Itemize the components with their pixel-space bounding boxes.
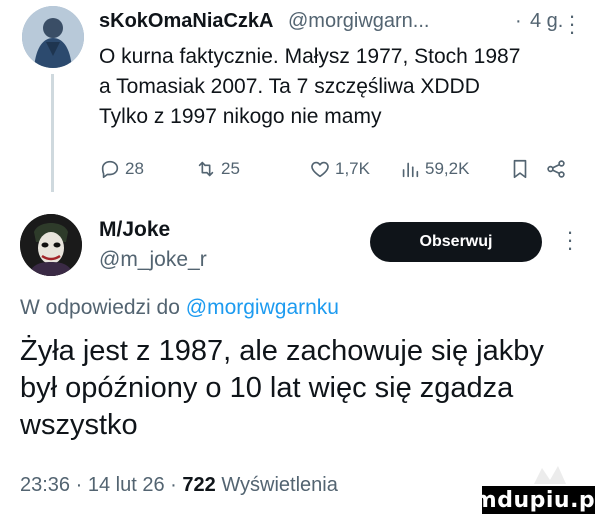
bookmark-button[interactable] [509, 154, 535, 184]
tweet-text: O kurna faktycznie. Małysz 1977, Stoch 1… [99, 45, 521, 128]
reply-count: 28 [125, 159, 144, 178]
separator: · [75, 474, 83, 496]
author-name[interactable]: sKokOmaNiaCzkA [99, 10, 274, 33]
share-button[interactable] [545, 154, 571, 184]
author-name[interactable]: M/Joke [99, 218, 170, 242]
more-options-icon[interactable]: · · · [562, 5, 582, 43]
reply-context: W odpowiedzi do @morgiwgarnku [20, 296, 339, 320]
reply-icon [101, 160, 119, 179]
views-label: Wyświetlenia [221, 474, 338, 496]
reply-mention-link[interactable]: @morgiwgarnku [186, 296, 339, 319]
retweet-button[interactable]: 25 [195, 154, 240, 184]
share-icon [547, 160, 565, 178]
author-handle[interactable]: @m_joke_r [99, 248, 207, 272]
timestamp[interactable]: 4 g. [530, 10, 563, 33]
avatar[interactable] [22, 6, 84, 68]
like-count: 1,7K [335, 159, 370, 178]
tweet-time[interactable]: 23:36 [20, 474, 70, 496]
watermark-logo-icon [530, 462, 570, 488]
author-handle[interactable]: @morgiwgarn... [288, 10, 429, 33]
reply-prefix: W odpowiedzi do [20, 296, 180, 319]
retweet-icon [198, 161, 214, 177]
views-button[interactable]: 59,2K [399, 154, 469, 184]
avatar[interactable] [20, 214, 82, 276]
watermark: mdupiu.pl [473, 486, 600, 514]
tweet-meta: 23:36 · 14 lut 26 · 722 Wyświetlenia [20, 474, 338, 497]
more-options-icon[interactable]: · · · [560, 221, 580, 259]
tweet-text: Żyła jest z 1987, ale zachowuje się jakb… [20, 335, 544, 441]
analytics-icon [402, 162, 419, 178]
retweet-count: 25 [221, 159, 240, 178]
like-button[interactable]: 1,7K [309, 154, 370, 184]
tweet-actions: 28 25 1,7K 59,2K [99, 154, 569, 184]
separator: · [170, 474, 177, 496]
views-count: 722 [182, 474, 216, 496]
follow-button[interactable]: Obserwuj [370, 222, 542, 262]
bookmark-icon [513, 159, 527, 179]
separator: · [515, 10, 522, 32]
thread-line [51, 74, 54, 192]
reply-button[interactable]: 28 [99, 154, 144, 184]
views-count: 59,2K [425, 159, 470, 178]
heart-icon [311, 161, 329, 178]
tweet-date[interactable]: 14 lut 26 [88, 474, 165, 496]
